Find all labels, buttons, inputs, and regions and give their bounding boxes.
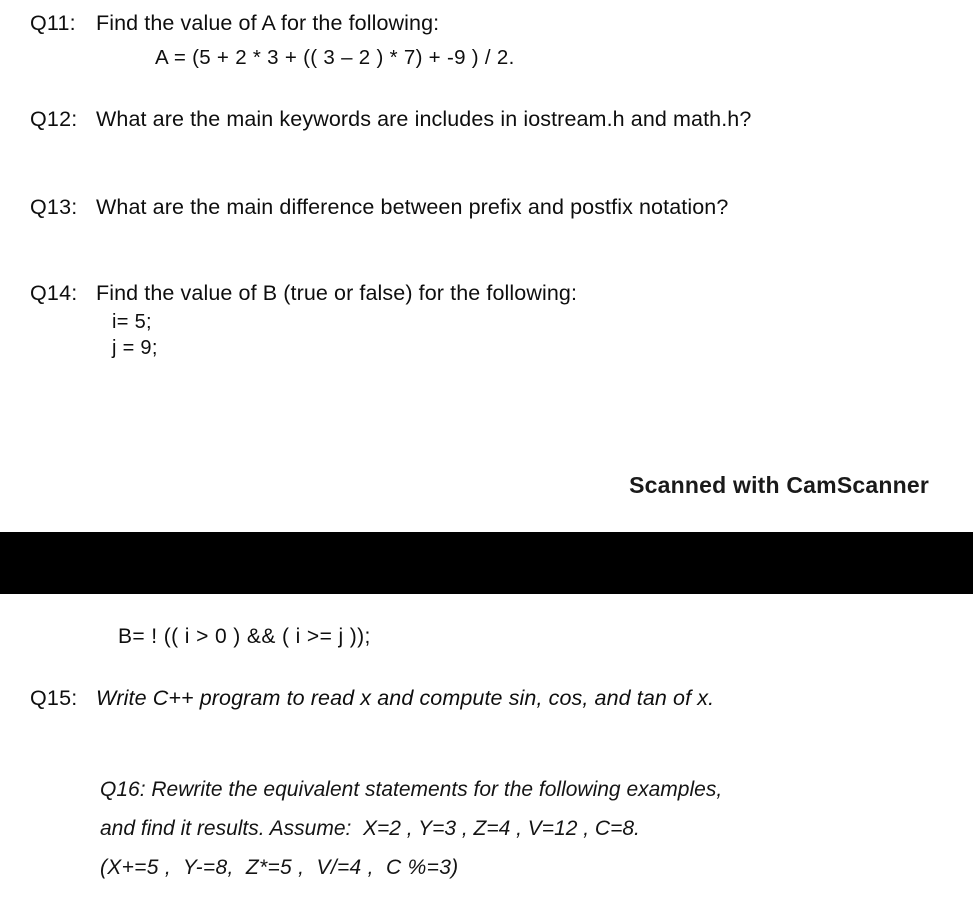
question-q13-label: Q13: — [30, 195, 78, 219]
question-q15: Q15: Write C++ program to read x and com… — [30, 683, 930, 713]
page-separator-band — [0, 532, 973, 594]
question-q13-text: What are the main difference between pre… — [96, 195, 729, 219]
question-q12-label: Q12: — [30, 107, 78, 131]
question-q15-label: Q15: — [30, 686, 78, 710]
question-q15-text: Write C++ program to read x and compute … — [96, 686, 715, 710]
question-q12: Q12: What are the main keywords are incl… — [30, 104, 892, 134]
question-q11-label: Q11: — [30, 11, 76, 35]
question-q11: Q11: Find the value of A for the followi… — [30, 8, 910, 38]
question-q13: Q13: What are the main difference betwee… — [30, 192, 910, 222]
question-q11-formula: A = (5 + 2 * 3 + (( 3 – 2 ) * 7) + -9 ) … — [155, 46, 515, 69]
question-q14-line-j: j = 9; — [112, 337, 158, 359]
question-q12-text: What are the main keywords are includes … — [96, 107, 752, 131]
question-q16: Q16: Rewrite the equivalent statements f… — [100, 770, 940, 887]
camscanner-watermark: Scanned with CamScanner — [629, 472, 929, 498]
question-q14: Q14: Find the value of B (true or false)… — [30, 278, 910, 308]
question-q14-label: Q14: — [30, 281, 78, 305]
question-q14-expression: B= ! (( i > 0 ) && ( i >= j )); — [118, 625, 371, 648]
scanned-page: Q11: Find the value of A for the followi… — [0, 0, 973, 911]
question-q14-text: Find the value of B (true or false) for … — [96, 281, 578, 305]
question-q16-line-3: (X+=5 , Y-=8, Z*=5 , V/=4 , C %=3) — [100, 856, 459, 879]
question-q14-line-i: i= 5; — [112, 311, 152, 333]
question-q16-line-1: Q16: Rewrite the equivalent statements f… — [100, 778, 723, 801]
question-q16-line-2: and find it results. Assume: X=2 , Y=3 ,… — [100, 817, 640, 840]
question-q11-text: Find the value of A for the following: — [96, 11, 440, 35]
